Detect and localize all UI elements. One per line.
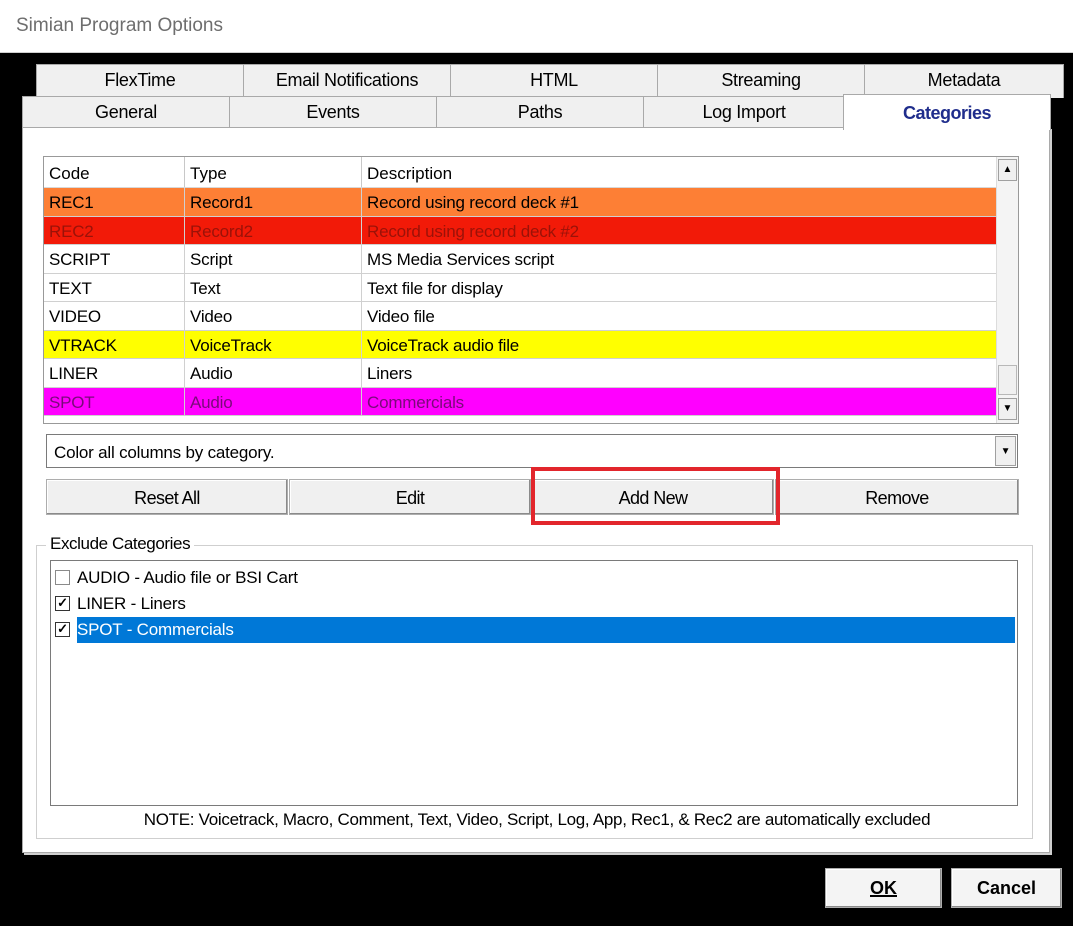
checkbox-checked-icon[interactable]: ✓	[55, 596, 70, 611]
table-row[interactable]: VTRACK VoiceTrack VoiceTrack audio file	[44, 330, 997, 359]
grid-vertical-scrollbar[interactable]: ▲ ▼	[996, 157, 1018, 423]
cell-type: Text	[185, 273, 362, 302]
table-row[interactable]: LINER Audio Liners	[44, 359, 997, 388]
exclude-item-label: SPOT - Commercials	[77, 617, 1015, 643]
cell-description: Record using record deck #2	[367, 221, 579, 241]
tab-html[interactable]: HTML	[450, 64, 658, 98]
table-row[interactable]: REC1 Record1 Record using record deck #1	[44, 188, 997, 217]
exclude-categories-label: Exclude Categories	[46, 534, 195, 554]
cell-code: REC2	[44, 216, 185, 245]
title-bar: Simian Program Options	[0, 0, 1073, 53]
tab-email-notifications[interactable]: Email Notifications	[243, 64, 451, 98]
cell-description: Commercials	[367, 392, 464, 412]
cell-type: Audio	[185, 387, 362, 416]
cell-type: Script	[185, 245, 362, 273]
column-header-description[interactable]: Description	[362, 157, 997, 187]
scrollbar-thumb[interactable]	[998, 365, 1017, 395]
scroll-up-arrow-icon[interactable]: ▲	[998, 159, 1017, 181]
cell-code: VIDEO	[44, 302, 185, 330]
ok-button-label: OK	[870, 878, 897, 898]
cell-description: Liners	[367, 364, 413, 383]
tab-log-import[interactable]: Log Import	[643, 96, 845, 128]
table-row[interactable]: SPOT Audio Commercials	[44, 387, 997, 416]
edit-button[interactable]: Edit	[289, 479, 531, 515]
cell-code: SCRIPT	[44, 245, 185, 273]
table-row[interactable]: REC2 Record2 Record using record deck #2	[44, 216, 997, 245]
cell-type: Record2	[185, 216, 362, 245]
exclude-list-item[interactable]: ✓ LINER - Liners	[55, 591, 1015, 617]
exclude-list-item[interactable]: ✓ SPOT - Commercials	[55, 617, 1015, 643]
cell-type: Video	[185, 302, 362, 330]
cell-description: Text file for display	[367, 278, 503, 298]
window-title: Simian Program Options	[16, 15, 223, 36]
cell-code: VTRACK	[44, 330, 185, 359]
cell-description: Video file	[367, 307, 435, 326]
dropdown-arrow-icon[interactable]: ▼	[995, 436, 1016, 466]
exclude-item-label: AUDIO - Audio file or BSI Cart	[77, 568, 298, 587]
remove-button[interactable]: Remove	[775, 479, 1019, 515]
exclude-categories-list[interactable]: AUDIO - Audio file or BSI Cart ✓ LINER - L…	[50, 560, 1018, 806]
tab-categories[interactable]: Categories	[843, 94, 1051, 130]
cell-type: Record1	[185, 188, 362, 216]
cell-description: Record using record deck #1	[367, 193, 579, 212]
scroll-down-arrow-icon[interactable]: ▼	[998, 398, 1017, 420]
tab-paths[interactable]: Paths	[436, 96, 644, 128]
column-header-code[interactable]: Code	[44, 157, 185, 187]
tab-streaming[interactable]: Streaming	[657, 64, 865, 98]
tab-general[interactable]: General	[22, 96, 230, 128]
tab-metadata[interactable]: Metadata	[864, 64, 1064, 98]
color-mode-dropdown[interactable]: Color all columns by category. ▼	[46, 434, 1018, 468]
tab-events[interactable]: Events	[229, 96, 437, 128]
table-row[interactable]: SCRIPT Script MS Media Services script	[44, 245, 997, 274]
reset-all-button[interactable]: Reset All	[46, 479, 288, 515]
cancel-button[interactable]: Cancel	[951, 868, 1062, 908]
table-row[interactable]: VIDEO Video Video file	[44, 302, 997, 331]
exclude-item-label: LINER - Liners	[77, 594, 186, 613]
cell-description: MS Media Services script	[367, 250, 554, 269]
add-new-button[interactable]: Add New	[532, 479, 774, 515]
ok-button[interactable]: OK	[825, 868, 942, 908]
grid-header: Code Type Description	[44, 157, 997, 188]
cancel-button-label: Cancel	[976, 878, 1037, 898]
column-header-type[interactable]: Type	[185, 157, 362, 187]
cell-code: REC1	[44, 188, 185, 216]
exclusion-note: NOTE: Voicetrack, Macro, Comment, Text, …	[143, 810, 931, 829]
checkbox-unchecked-icon[interactable]	[55, 570, 70, 585]
color-mode-selected-value: Color all columns by category.	[54, 443, 275, 462]
cell-type: Audio	[185, 359, 362, 387]
cell-code: TEXT	[44, 273, 185, 302]
categories-grid[interactable]: Code Type Description REC1 Record1 Record …	[43, 156, 1019, 424]
cell-code: LINER	[44, 359, 185, 387]
tab-flextime[interactable]: FlexTime	[36, 64, 244, 98]
cell-type: VoiceTrack	[185, 330, 362, 359]
checkbox-checked-icon[interactable]: ✓	[55, 622, 70, 637]
exclude-list-item[interactable]: AUDIO - Audio file or BSI Cart	[55, 565, 1015, 591]
table-row[interactable]: TEXT Text Text file for display	[44, 273, 997, 302]
cell-code: SPOT	[44, 387, 185, 416]
cell-description: VoiceTrack audio file	[367, 335, 520, 355]
